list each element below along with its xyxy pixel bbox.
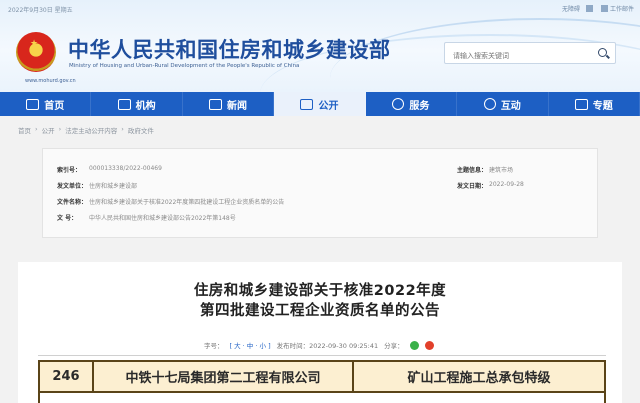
mail-icon (600, 5, 608, 12)
document-meta-box: 索引号： 000013338/2022-00469 发文单位： 住房和城乡建设部 文… (42, 148, 598, 238)
service-icon (392, 98, 405, 110)
font-size-label: 字号： (204, 342, 224, 350)
search-input[interactable] (445, 46, 585, 66)
wechat-share-icon[interactable] (409, 340, 419, 350)
article-info: 字号： [ 大 · 中 · 小 ] 发布时间：2022-09-30 09:25:… (204, 340, 434, 350)
meta-issuer: 发文单位： 住房和城乡建设部 (57, 183, 138, 190)
weibo-share-icon[interactable] (424, 340, 434, 350)
search-box[interactable] (444, 42, 616, 66)
meta-title: 文件名称： 住房和城乡建设部关于核准2022年度第四批建设工程企业资质名单的公告 (57, 199, 285, 206)
breadcrumb-public[interactable]: 公开 (42, 125, 55, 135)
work-mail-link[interactable]: 工作邮件 (600, 4, 634, 13)
news-icon (209, 98, 223, 110)
home-icon (26, 98, 40, 110)
nav-home[interactable]: 首页 (0, 92, 92, 116)
accessibility-link[interactable]: 无障碍 (562, 4, 580, 13)
table-row: 246 中铁十七局集团第二工程有限公司 矿山工程施工总承包特级 (38, 360, 606, 393)
breadcrumb: 首页 › 公开 › 法定主动公开内容 › 政府文件 (18, 125, 154, 135)
table-row-continuation (38, 393, 606, 403)
site-subtitle: Ministry of Housing and Urban-Rural Deve… (69, 63, 300, 69)
article-title-line2: 第四批建设工程企业资质名单的公告 (200, 303, 440, 319)
nav-news[interactable]: 新闻 (183, 92, 275, 116)
breadcrumb-gov-docs[interactable]: 政府文件 (128, 125, 154, 135)
article-title-line1: 住房和城乡建设部关于核准2022年度 (193, 283, 447, 299)
building-icon (117, 98, 131, 110)
row-number: 246 (40, 362, 94, 391)
site-url: www.mohurd.gov.cn (25, 78, 76, 84)
document-icon (300, 98, 314, 110)
nav-interaction[interactable]: 互动 (457, 92, 549, 116)
meta-number: 文 号： 中华人民共和国住房和城乡建设部公告2022年第148号 (57, 215, 236, 222)
share-label: 分享： (384, 342, 404, 350)
meta-category: 主题信息： 建筑市场 (457, 167, 514, 174)
date-line: 2022年9月30日 星期五 (8, 7, 73, 14)
breadcrumb-home[interactable]: 首页 (18, 125, 31, 135)
publish-time: 发布时间：2022-09-30 09:25:41 (276, 342, 379, 350)
font-size-switch[interactable]: [ 大 · 中 · 小 ] (230, 340, 271, 350)
row-company: 中铁十七局集团第二工程有限公司 (94, 362, 354, 391)
main-nav: 首页 机构 新闻 公开 服务 互动 专题 (0, 92, 640, 116)
site-title[interactable]: 中华人民共和国住房和城乡建设部 (68, 34, 391, 64)
top-links: 无障碍 工作邮件 (562, 4, 634, 13)
folder-icon (574, 98, 588, 110)
article: 住房和城乡建设部关于核准2022年度 第四批建设工程企业资质名单的公告 字号： … (18, 262, 622, 403)
nav-topics[interactable]: 专题 (549, 92, 640, 116)
divider (38, 355, 606, 356)
site-header: 2022年9月30日 星期五 无障碍 工作邮件 ★ 中华人民共和国住房和城乡建设… (0, 0, 640, 92)
nav-public[interactable]: 公开 (274, 92, 366, 116)
meta-index: 索引号： 000013338/2022-00469 (57, 165, 162, 174)
row-qualification: 矿山工程施工总承包特级 (407, 371, 551, 386)
nav-service[interactable]: 服务 (366, 92, 458, 116)
search-icon[interactable] (598, 48, 607, 57)
chat-icon (483, 98, 496, 110)
breadcrumb-statutory[interactable]: 法定主动公开内容 (65, 125, 117, 135)
mobile-icon[interactable] (585, 4, 595, 13)
meta-date: 发文日期： 2022-09-28 (457, 181, 524, 190)
national-emblem-logo: ★ (16, 32, 56, 72)
nav-organization[interactable]: 机构 (91, 92, 183, 116)
